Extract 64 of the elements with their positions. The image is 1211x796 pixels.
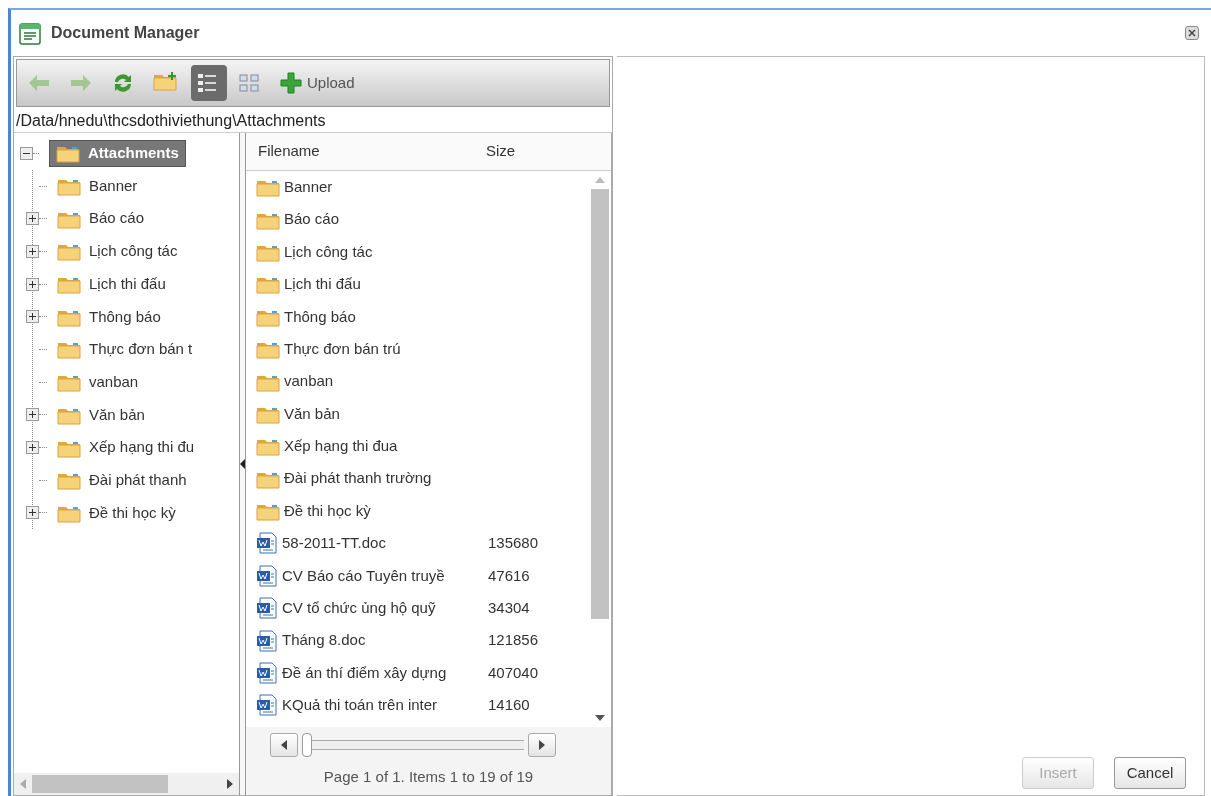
tree-item[interactable]: Thông báo	[57, 305, 161, 329]
file-name[interactable]: Lịch công tác	[256, 240, 488, 264]
file-size: 135680	[488, 533, 539, 554]
up-arrow-icon[interactable]	[595, 177, 605, 183]
tree-item[interactable]: Xếp hạng thi đu	[57, 436, 195, 459]
tree-item[interactable]: Lịch thi đấu	[57, 272, 166, 296]
document-icon	[256, 694, 278, 717]
file-name[interactable]: Thực đơn bán trú	[256, 337, 488, 361]
column-header[interactable]: Size	[486, 140, 576, 163]
tree-item[interactable]: Attachments	[49, 140, 186, 167]
file-name[interactable]: Đề thi học kỳ	[256, 499, 488, 523]
file-name[interactable]: Lịch thi đấu	[256, 273, 488, 296]
file-name[interactable]: Báo cáo	[256, 208, 488, 231]
column-header[interactable]: Filename	[246, 140, 486, 163]
right-arrow-icon[interactable]	[227, 779, 233, 789]
previous-page-button[interactable]	[270, 733, 298, 757]
file-name[interactable]: Thông báo	[256, 305, 488, 328]
list-view-icon	[195, 71, 219, 95]
tree-item[interactable]: Văn bản	[57, 403, 145, 427]
right-arrow-icon	[539, 740, 545, 750]
list-view-button[interactable]	[191, 65, 227, 101]
upload-button[interactable]: Upload	[275, 65, 359, 101]
document-list-icon	[19, 22, 41, 45]
file-name[interactable]: Banner	[256, 175, 488, 199]
file-size: 34304	[488, 598, 530, 618]
tree-item[interactable]: Báo cáo	[57, 207, 145, 230]
plus-icon	[279, 71, 303, 95]
file-name[interactable]: Đài phát thanh trường	[256, 467, 488, 490]
tree-item[interactable]: vanban	[57, 370, 139, 394]
document-icon	[256, 662, 278, 685]
document-icon	[256, 532, 278, 555]
file-name[interactable]: Văn bản	[256, 402, 488, 426]
file-name[interactable]: Tháng 8.doc	[256, 629, 488, 652]
tree-item[interactable]: Banner	[57, 174, 138, 198]
left-arrow-icon	[281, 740, 287, 750]
window-title: Document Manager	[51, 23, 200, 43]
slider-thumb[interactable]	[302, 733, 312, 757]
document-icon	[256, 564, 278, 587]
horizontal-scrollbar[interactable]	[14, 773, 239, 795]
file-size: 14160	[488, 695, 530, 716]
dialog-button[interactable]: Cancel	[1114, 757, 1186, 789]
tree-item[interactable]: Lịch công tác	[57, 240, 178, 263]
document-icon	[256, 629, 278, 652]
document-icon	[256, 597, 278, 620]
pager-text: Page 1 of 1. Items 1 to 19 of 19	[322, 767, 535, 787]
file-name[interactable]: Xếp hạng thi đua	[256, 435, 488, 458]
left-arrow-icon[interactable]	[20, 779, 26, 789]
file-size: 121856	[488, 630, 539, 651]
file-size: 407040	[488, 662, 539, 683]
file-name[interactable]: CV Báo cáo Tuyên truyề	[256, 564, 488, 588]
file-name[interactable]: CV tổ chức ủng hộ quỹ	[256, 597, 488, 620]
close-button[interactable]	[1185, 26, 1199, 40]
tree-item[interactable]: Thực đơn bán t	[57, 338, 193, 361]
file-name[interactable]: KQuả thi toán trên inter	[256, 694, 488, 717]
thumbnail-view-icon	[237, 71, 261, 95]
file-name[interactable]: Đề án thí điểm xây dựng	[256, 661, 488, 685]
file-name[interactable]: vanban	[256, 370, 488, 393]
next-page-button[interactable]	[528, 733, 556, 757]
tree-item[interactable]: Đài phát thanh	[57, 468, 187, 492]
down-arrow-icon[interactable]	[595, 715, 605, 721]
file-name[interactable]: 58-2011-TT.doc	[256, 532, 488, 555]
splitter-handle[interactable]	[240, 133, 246, 795]
file-size: 47616	[488, 565, 530, 586]
tree-item[interactable]: Đề thi học kỳ	[57, 501, 176, 525]
